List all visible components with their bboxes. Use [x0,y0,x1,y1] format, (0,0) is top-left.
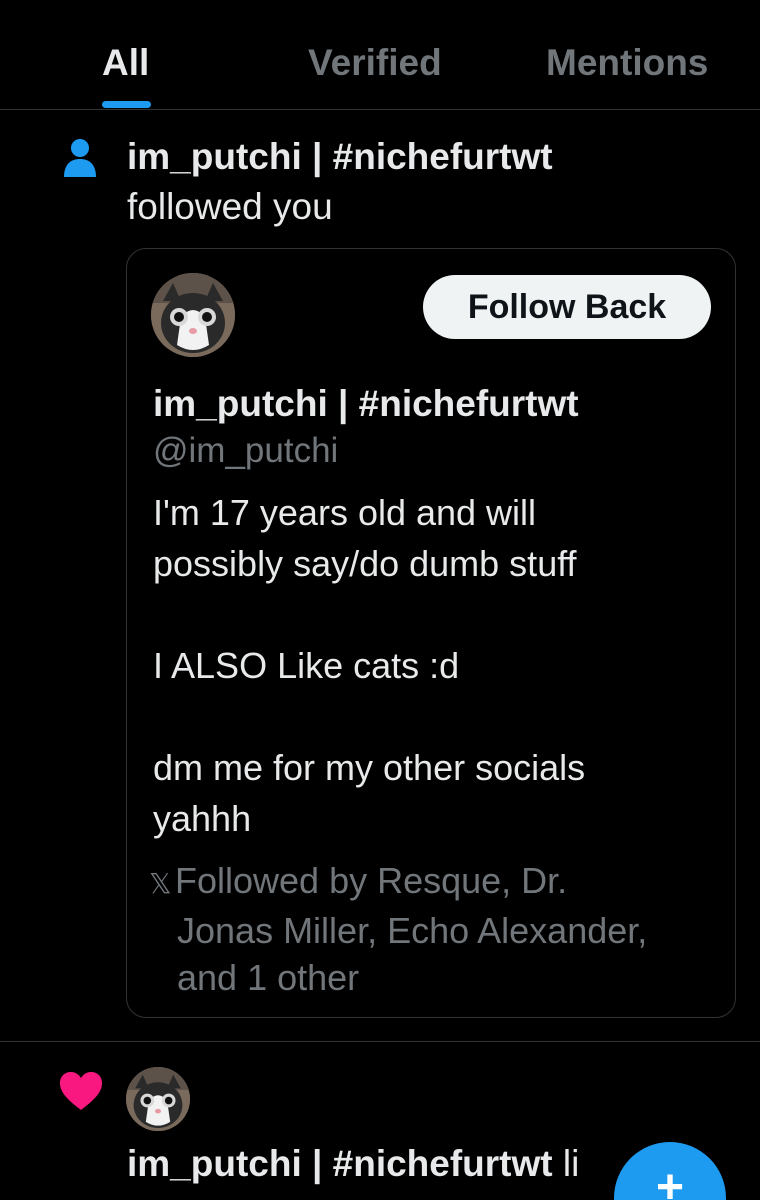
bio-line: yahhh [153,798,252,839]
followed-by-line: and 1 other [177,957,360,998]
profile-card[interactable]: Follow Back im_putchi | #nichefurtwt @im… [126,248,736,1018]
x-logo-icon: 𝕏 [149,868,172,899]
followed-by-line: Followed by Resque, Dr. [175,860,568,901]
active-tab-indicator [102,101,151,108]
like-notification-text: im_putchi | #nichefurtwt li [127,1143,579,1185]
profile-bio: I'm 17 years old and will possibly say/d… [153,487,713,844]
follower-name[interactable]: im_putchi | #nichefurtwt [127,136,553,178]
plus-icon: + [655,1161,685,1200]
bio-spacer [153,589,713,640]
follow-back-button[interactable]: Follow Back [423,275,711,339]
notification-tabs: All Verified Mentions [0,0,760,110]
profile-handle: @im_putchi [153,431,339,470]
notifications-screen: All Verified Mentions im_putchi | #niche… [0,0,760,1200]
avatar[interactable] [126,1067,190,1131]
bio-spacer [153,691,713,742]
tab-mentions[interactable]: Mentions [546,42,708,84]
person-icon [64,139,96,177]
tab-verified[interactable]: Verified [308,42,442,84]
follow-action-text: followed you [127,186,333,227]
bio-line: possibly say/do dumb stuff [153,543,577,584]
like-action-text: li [562,1143,580,1184]
avatar[interactable] [151,273,235,357]
bio-line: I ALSO Like cats :d [153,645,460,686]
liker-name[interactable]: im_putchi | #nichefurtwt [127,1143,553,1184]
bio-line: I'm 17 years old and will [153,492,537,533]
followed-by-line: Jonas Miller, Echo Alexander, [177,910,648,951]
heart-icon [60,1072,102,1110]
follow-notification[interactable]: im_putchi | #nichefurtwt followed you Fo… [0,110,760,1042]
bio-line: dm me for my other socials [153,747,586,788]
tab-all[interactable]: All [102,42,149,84]
profile-display-name[interactable]: im_putchi | #nichefurtwt [153,383,579,425]
followed-by-info[interactable]: 𝕏Followed by Resque, Dr. Jonas Miller, E… [149,857,729,1001]
